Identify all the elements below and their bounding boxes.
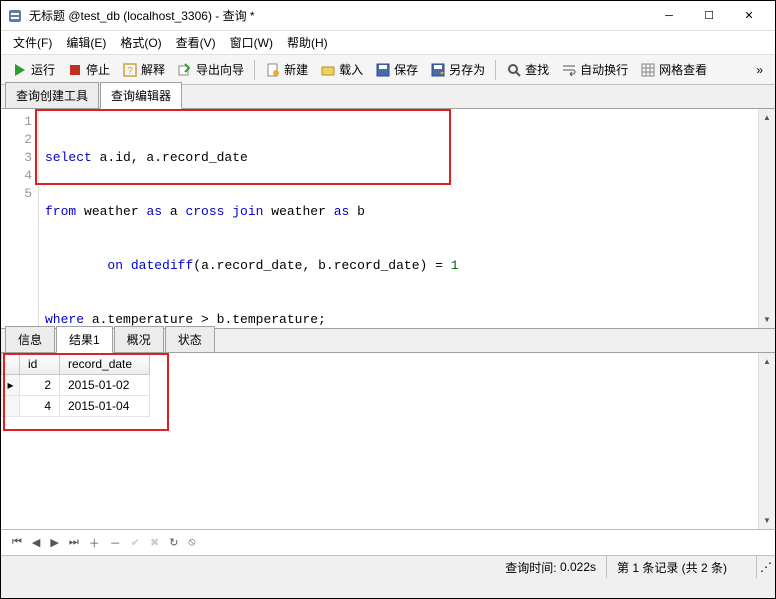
find-label: 查找 [525, 61, 549, 78]
nav-last-icon[interactable]: ⏭ [66, 534, 82, 551]
title-bar: 无标题 @test_db (localhost_3306) - 查询 * ─ ☐… [1, 1, 775, 31]
search-icon [506, 62, 522, 78]
close-button[interactable]: ✕ [729, 2, 769, 30]
sql-editor[interactable]: 12345 select a.id, a.record_date from we… [1, 109, 775, 329]
nav-check-icon[interactable]: ✔ [128, 534, 143, 551]
maximize-button[interactable]: ☐ [689, 2, 729, 30]
tab-profile[interactable]: 概况 [114, 326, 164, 352]
table-row[interactable]: 4 2015-01-04 [2, 396, 150, 417]
table-row[interactable]: ▸ 2 2015-01-02 [2, 375, 150, 396]
tab-status[interactable]: 状态 [165, 326, 215, 352]
svg-text:?: ? [127, 66, 133, 77]
menu-bar: 文件(F) 编辑(E) 格式(O) 查看(V) 窗口(W) 帮助(H) [1, 31, 775, 55]
tab-result1[interactable]: 结果1 [56, 326, 113, 353]
cell-id[interactable]: 4 [20, 396, 60, 417]
highlight-box-sql [35, 109, 451, 185]
scroll-up-icon[interactable]: ▲ [759, 353, 775, 370]
resize-grip[interactable]: ⋰ [757, 560, 775, 574]
col-id[interactable]: id [20, 354, 60, 375]
explain-label: 解释 [141, 61, 165, 78]
result-grid[interactable]: id record_date ▸ 2 2015-01-02 4 2015-01-… [1, 353, 758, 529]
gridview-button[interactable]: 网格查看 [635, 59, 712, 80]
export-wizard-button[interactable]: 导出向导 [172, 59, 249, 80]
row-header-corner [2, 354, 20, 375]
menu-window[interactable]: 窗口(W) [224, 32, 279, 53]
minimize-button[interactable]: ─ [649, 2, 689, 30]
col-record-date[interactable]: record_date [60, 354, 150, 375]
toolbar-separator [254, 60, 255, 80]
saveas-button[interactable]: 另存为 [425, 59, 490, 80]
menu-view[interactable]: 查看(V) [170, 32, 222, 53]
status-record-info: 第 1 条记录 (共 2 条) [607, 556, 757, 578]
status-query-time: 查询时间: 0.022s [495, 556, 607, 578]
code-area[interactable]: select a.id, a.record_date from weather … [39, 109, 758, 328]
nav-first-icon[interactable]: ⏮ [9, 534, 25, 551]
new-button[interactable]: 新建 [260, 59, 313, 80]
row-indicator [2, 396, 20, 417]
menu-help[interactable]: 帮助(H) [281, 32, 334, 53]
status-bar: 查询时间: 0.022s 第 1 条记录 (共 2 条) ⋰ [1, 555, 775, 578]
cell-record-date[interactable]: 2015-01-04 [60, 396, 150, 417]
wrap-label: 自动换行 [580, 61, 628, 78]
table-header-row: id record_date [2, 354, 150, 375]
window-title: 无标题 @test_db (localhost_3306) - 查询 * [29, 7, 649, 24]
menu-file[interactable]: 文件(F) [7, 32, 58, 53]
save-icon [375, 62, 391, 78]
toolbar: 运行 停止 ? 解释 导出向导 新建 载入 保存 另存为 查找 自动换行 网格查看… [1, 55, 775, 85]
cell-id[interactable]: 2 [20, 375, 60, 396]
gridview-label: 网格查看 [659, 61, 707, 78]
saveas-label: 另存为 [449, 61, 485, 78]
nav-refresh-icon[interactable]: ↻ [166, 534, 181, 551]
nav-cancel-icon[interactable]: ✖ [147, 534, 162, 551]
load-button[interactable]: 载入 [315, 59, 368, 80]
stop-button[interactable]: 停止 [62, 59, 115, 80]
editor-tab-bar: 查询创建工具 查询编辑器 [1, 85, 775, 109]
run-label: 运行 [31, 61, 55, 78]
tab-query-editor[interactable]: 查询编辑器 [100, 82, 182, 109]
saveas-icon [430, 62, 446, 78]
tab-query-builder[interactable]: 查询创建工具 [5, 82, 99, 108]
grid-icon [640, 62, 656, 78]
run-button[interactable]: 运行 [7, 59, 60, 80]
toolbar-separator [495, 60, 496, 80]
toolbar-overflow[interactable]: » [750, 61, 769, 79]
menu-format[interactable]: 格式(O) [114, 32, 167, 53]
nav-stop-icon[interactable]: ⦸ [185, 534, 198, 551]
result-panel: id record_date ▸ 2 2015-01-02 4 2015-01-… [1, 353, 775, 529]
line-gutter: 12345 [1, 109, 39, 328]
nav-prev-icon[interactable]: ◀ [29, 534, 43, 551]
save-button[interactable]: 保存 [370, 59, 423, 80]
wrap-icon [561, 62, 577, 78]
save-label: 保存 [394, 61, 418, 78]
editor-scrollbar[interactable]: ▲ ▼ [758, 109, 775, 328]
load-icon [320, 62, 336, 78]
load-label: 载入 [339, 61, 363, 78]
scroll-down-icon[interactable]: ▼ [759, 311, 775, 328]
nav-next-icon[interactable]: ▶ [47, 534, 61, 551]
explain-button[interactable]: ? 解释 [117, 59, 170, 80]
menu-edit[interactable]: 编辑(E) [60, 32, 112, 53]
export-label: 导出向导 [196, 61, 244, 78]
tab-info[interactable]: 信息 [5, 326, 55, 352]
new-icon [265, 62, 281, 78]
scroll-up-icon[interactable]: ▲ [759, 109, 775, 126]
export-icon [177, 62, 193, 78]
nav-delete-icon[interactable]: － [107, 533, 124, 553]
record-nav-bar: ⏮ ◀ ▶ ⏭ ＋ － ✔ ✖ ↻ ⦸ [1, 529, 775, 555]
wrap-button[interactable]: 自动换行 [556, 59, 633, 80]
row-indicator: ▸ [2, 375, 20, 396]
app-icon [7, 8, 23, 24]
find-button[interactable]: 查找 [501, 59, 554, 80]
stop-icon [67, 62, 83, 78]
cell-record-date[interactable]: 2015-01-02 [60, 375, 150, 396]
scroll-down-icon[interactable]: ▼ [759, 512, 775, 529]
nav-add-icon[interactable]: ＋ [86, 533, 103, 553]
stop-label: 停止 [86, 61, 110, 78]
play-icon [12, 62, 28, 78]
explain-icon: ? [122, 62, 138, 78]
new-label: 新建 [284, 61, 308, 78]
result-scrollbar[interactable]: ▲ ▼ [758, 353, 775, 529]
